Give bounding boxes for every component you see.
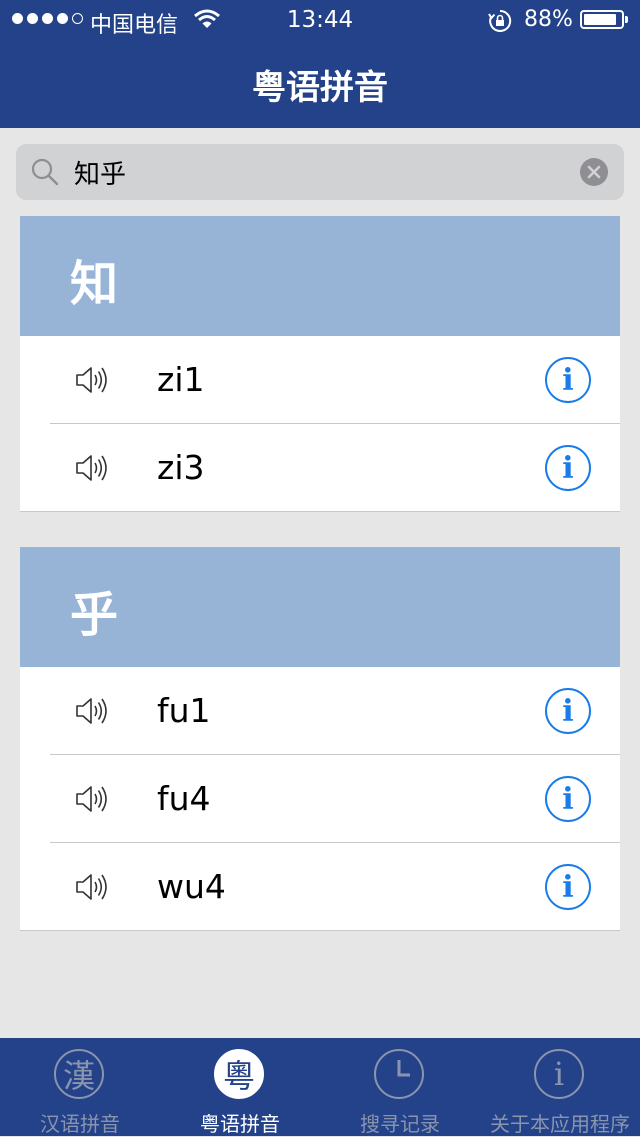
pronunciation-row[interactable]: zi3 i	[20, 424, 620, 512]
tab-label: 汉语拼音	[40, 1112, 120, 1136]
character-section: 知 zi1 i zi3 i	[20, 216, 620, 512]
section-character: 知	[70, 256, 119, 312]
status-bar: 中国电信 13:44 88%	[0, 0, 640, 40]
tab-cantonese-pinyin[interactable]: 粵 粤语拼音	[160, 1038, 320, 1136]
speaker-icon[interactable]	[74, 871, 110, 907]
pinyin-text: fu1	[157, 691, 211, 730]
tab-mandarin-pinyin[interactable]: 漢 汉语拼音	[0, 1038, 160, 1136]
speaker-icon[interactable]	[74, 364, 110, 400]
battery-percentage: 88%	[524, 7, 573, 32]
info-icon[interactable]: i	[545, 445, 591, 491]
search-input[interactable]	[74, 152, 564, 192]
pronunciation-row[interactable]: fu4 i	[20, 755, 620, 843]
clear-icon[interactable]	[580, 158, 608, 186]
pinyin-text: fu4	[157, 779, 211, 818]
character-section: 乎 fu1 i fu4 i wu4 i	[20, 547, 620, 931]
pronunciation-row[interactable]: fu1 i	[20, 667, 620, 755]
tab-search-history[interactable]: 搜寻记录	[320, 1038, 480, 1136]
pinyin-text: zi3	[157, 448, 205, 487]
pronunciation-row[interactable]: zi1 i	[20, 336, 620, 424]
pinyin-text: zi1	[157, 360, 205, 399]
section-character: 乎	[70, 587, 119, 643]
tab-label: 粤语拼音	[200, 1112, 280, 1136]
speaker-icon[interactable]	[74, 783, 110, 819]
pronunciation-row[interactable]: wu4 i	[20, 843, 620, 931]
battery-icon	[580, 10, 628, 29]
pinyin-text: wu4	[157, 867, 226, 906]
top-bar: 中国电信 13:44 88% 粤语拼音	[0, 0, 640, 128]
info-icon[interactable]: i	[545, 357, 591, 403]
speaker-icon[interactable]	[74, 452, 110, 488]
tab-bar: 漢 汉语拼音 粵 粤语拼音 搜寻记录 i 关于本应用程序	[0, 1038, 640, 1136]
yue-character-icon: 粵	[214, 1049, 264, 1099]
info-icon[interactable]: i	[545, 688, 591, 734]
han-character-icon: 漢	[54, 1049, 104, 1099]
tab-label: 关于本应用程序	[490, 1112, 630, 1136]
tab-label: 搜寻记录	[360, 1112, 440, 1136]
section-header: 乎	[20, 547, 620, 667]
info-icon[interactable]: i	[545, 776, 591, 822]
speaker-icon[interactable]	[74, 695, 110, 731]
clock-icon	[374, 1049, 424, 1099]
section-header: 知	[20, 216, 620, 336]
search-icon	[30, 157, 60, 191]
tab-about[interactable]: i 关于本应用程序	[480, 1038, 640, 1136]
info-icon[interactable]: i	[545, 864, 591, 910]
info-icon: i	[534, 1049, 584, 1099]
page-title: 粤语拼音	[252, 68, 388, 108]
orientation-lock-icon	[488, 9, 512, 39]
search-bar[interactable]	[16, 144, 624, 200]
